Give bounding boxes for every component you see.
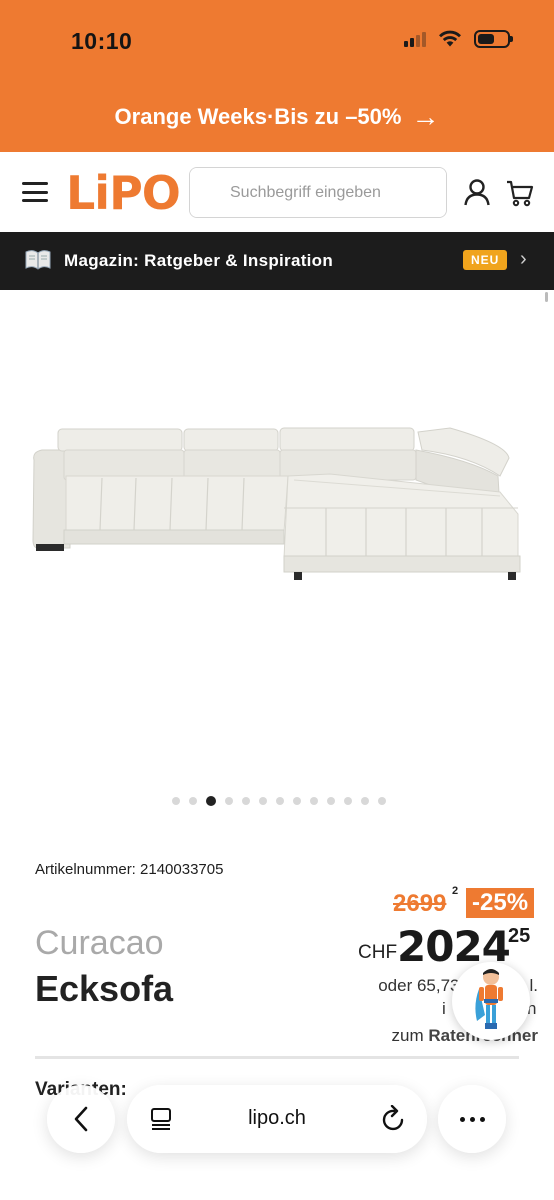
lipo-logo[interactable]: LiPO — [66, 166, 181, 220]
more-options-button[interactable] — [438, 1085, 506, 1153]
installment-line-start: i — [442, 999, 446, 1018]
scroll-indicator — [545, 292, 548, 302]
rate-prefix: zum — [391, 1026, 429, 1045]
user-account-icon[interactable] — [463, 178, 491, 206]
new-badge: NEU — [463, 250, 508, 270]
article-number: Artikelnummer: 2140033705 — [35, 861, 224, 878]
gallery-dot[interactable] — [327, 797, 335, 805]
gallery-pagination[interactable] — [0, 796, 554, 806]
chevron-left-icon — [74, 1106, 88, 1132]
search-input[interactable] — [190, 168, 446, 217]
product-brand: Curacao — [35, 924, 164, 962]
gallery-dot[interactable] — [242, 797, 250, 805]
promo-banner[interactable]: Orange Weeks·Bis zu –50% → — [0, 101, 554, 132]
gallery-dot[interactable] — [361, 797, 369, 805]
wifi-icon — [439, 30, 461, 47]
search-bar — [189, 167, 447, 218]
status-time: 10:10 — [71, 28, 133, 54]
reload-icon[interactable] — [381, 1105, 407, 1133]
mascot-chat-button[interactable] — [452, 962, 530, 1040]
open-book-icon — [25, 250, 51, 270]
gallery-dot[interactable] — [344, 797, 352, 805]
gallery-dot[interactable] — [225, 797, 233, 805]
dot-icon — [479, 1116, 485, 1122]
arrow-right-icon: → — [411, 101, 440, 132]
discount-badge: -25% — [466, 888, 535, 918]
section-divider — [35, 1056, 519, 1059]
status-icons — [404, 30, 513, 48]
dot-icon — [459, 1116, 465, 1122]
magazine-label: Magazin: Ratgeber & Inspiration — [64, 251, 334, 270]
gallery-dot[interactable] — [259, 797, 267, 805]
gallery-dot[interactable] — [378, 797, 386, 805]
installment-amount: oder 65,73 — [378, 976, 460, 995]
gallery-dot[interactable] — [189, 797, 197, 805]
cellular-signal-icon — [404, 31, 426, 47]
menu-icon[interactable] — [22, 182, 48, 202]
gallery-dot-active[interactable] — [206, 796, 216, 806]
sofa-image — [32, 427, 521, 580]
old-price: 2699 — [393, 890, 447, 917]
site-header: LiPO — [0, 152, 554, 232]
gallery-dot[interactable] — [276, 797, 284, 805]
old-price-footnote[interactable]: 2 — [452, 885, 458, 897]
shopping-cart-icon[interactable] — [506, 179, 534, 207]
superhero-mascot-icon — [475, 969, 503, 1029]
product-name: Ecksofa — [35, 968, 174, 1009]
gallery-dot[interactable] — [172, 797, 180, 805]
price-cents: 25 — [508, 925, 531, 947]
installment-suffix: l. — [529, 976, 539, 995]
battery-icon — [474, 30, 513, 48]
product-image-gallery[interactable] — [0, 290, 554, 820]
dot-icon — [469, 1116, 475, 1122]
gallery-dot[interactable] — [310, 797, 318, 805]
browser-address-bar[interactable]: lipo.ch — [127, 1085, 427, 1153]
promo-text: Orange Weeks·Bis zu –50% — [114, 104, 402, 129]
chevron-right-icon: › — [520, 248, 527, 270]
magazine-banner[interactable]: Magazin: Ratgeber & Inspiration NEU › — [0, 232, 554, 290]
price-currency: CHF — [358, 942, 398, 963]
gallery-dot[interactable] — [293, 797, 301, 805]
browser-back-button[interactable] — [47, 1085, 115, 1153]
